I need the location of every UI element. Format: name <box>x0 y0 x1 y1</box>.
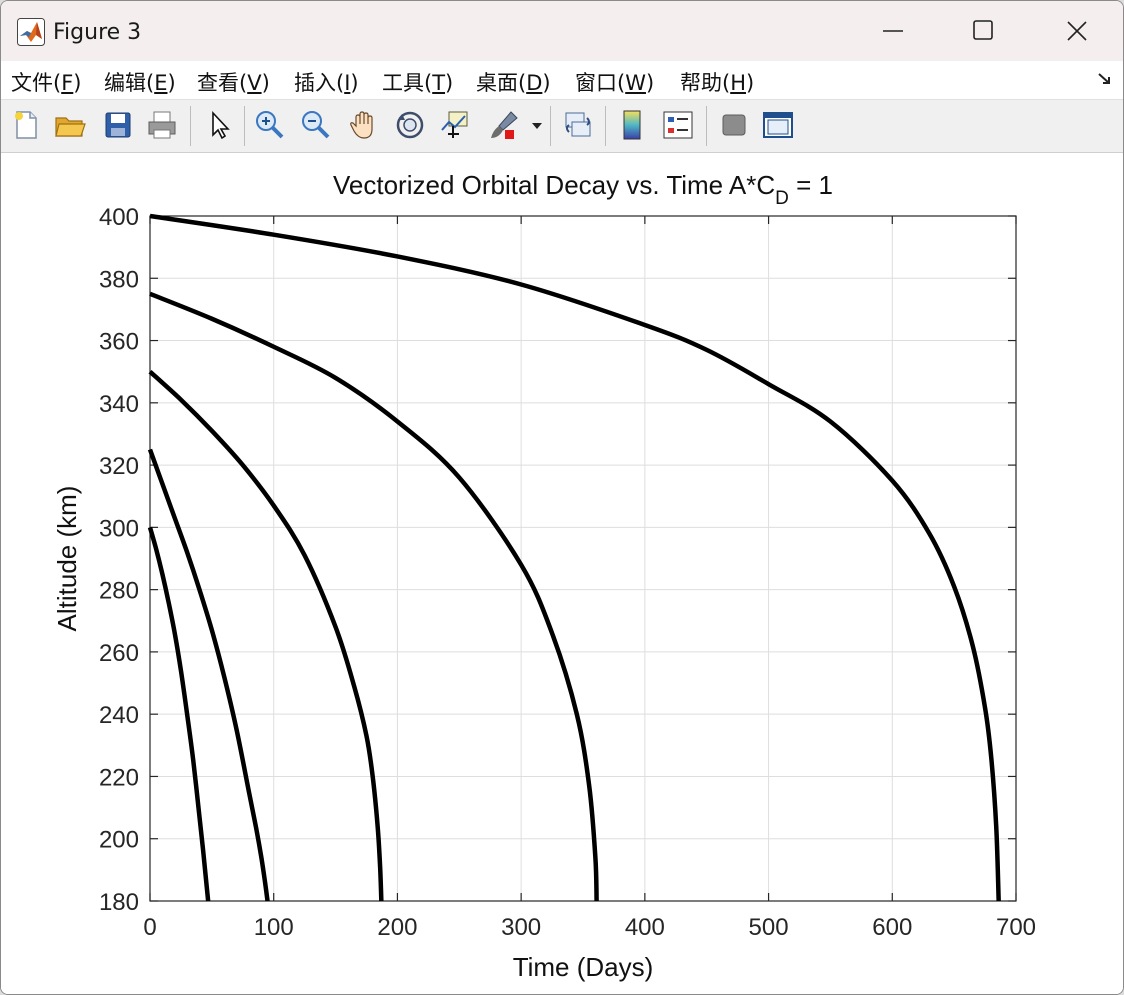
menu-window-accel: W <box>625 71 646 95</box>
menu-help-accel: H <box>730 71 746 95</box>
y-tick-label: 380 <box>99 266 139 293</box>
figure-canvas[interactable]: 0 100 200 300 400 500 600 700 180 200 220 240 260 280… <box>1 153 1123 994</box>
link-plot-icon[interactable] <box>561 108 595 142</box>
show-plot-tools-icon[interactable] <box>761 108 795 142</box>
x-tick-label: 500 <box>749 914 789 941</box>
y-tick-label: 240 <box>99 702 139 729</box>
menu-tools-accel: T <box>432 71 446 95</box>
y-tick-label: 300 <box>99 515 139 542</box>
legend-icon[interactable] <box>661 108 695 142</box>
figure-window: Figure 3 文件(F) 编辑(E) 查看(V) 插入(I) 工具(T) 桌… <box>0 0 1124 995</box>
menu-paren: ) <box>167 71 176 95</box>
menu-window[interactable]: 窗口(W) <box>575 67 654 97</box>
hide-plot-tools-icon[interactable] <box>717 108 751 142</box>
menu-tools-label: 工具( <box>382 71 433 95</box>
menu-edit-label: 编辑( <box>104 71 155 95</box>
menu-window-label: 窗口( <box>575 71 626 95</box>
menu-view[interactable]: 查看(V) <box>197 67 270 97</box>
rotate-3d-icon[interactable] <box>393 108 427 142</box>
x-tick-label: 400 <box>625 914 665 941</box>
menu-insert[interactable]: 插入(I) <box>294 67 359 97</box>
y-tick-label: 180 <box>99 889 139 916</box>
decay-curve-5[interactable] <box>149 213 1001 902</box>
colorbar-icon[interactable] <box>615 108 649 142</box>
axes-box <box>149 215 1017 902</box>
menu-view-accel: V <box>247 71 262 95</box>
decay-curve-2[interactable] <box>147 448 270 902</box>
menu-desktop[interactable]: 桌面(D) <box>476 67 551 97</box>
toolbar-separator <box>244 106 245 146</box>
minimize-icon <box>883 30 903 32</box>
toolbar-separator <box>550 106 551 146</box>
new-file-icon[interactable] <box>9 108 43 142</box>
pan-hand-icon[interactable] <box>347 108 381 142</box>
y-tick-label: 400 <box>99 204 139 231</box>
menu-file-label: 文件( <box>11 71 62 95</box>
close-button[interactable] <box>1031 7 1123 55</box>
decay-curve-4[interactable] <box>149 291 599 902</box>
zoom-out-icon[interactable] <box>299 108 333 142</box>
menu-file[interactable]: 文件(F) <box>11 67 82 97</box>
data-cursor-icon[interactable] <box>439 108 473 142</box>
menu-paren: ) <box>542 71 551 95</box>
maximize-icon <box>973 20 993 40</box>
menu-insert-label: 插入( <box>294 71 345 95</box>
title-bar[interactable]: Figure 3 <box>1 1 1123 61</box>
x-tick-label: 0 <box>143 914 156 941</box>
menu-desktop-label: 桌面( <box>476 71 527 95</box>
matlab-logo-icon <box>17 18 45 46</box>
menu-paren: ) <box>746 71 755 95</box>
menu-view-label: 查看( <box>197 71 248 95</box>
x-axis-label: Time (Days) <box>513 952 654 982</box>
pointer-icon[interactable] <box>203 108 237 142</box>
y-axis-label: Altitude (km) <box>52 486 82 632</box>
decay-curve-3[interactable] <box>148 370 384 902</box>
zoom-in-icon[interactable] <box>253 108 287 142</box>
menu-paren: ) <box>73 71 82 95</box>
menu-paren: ) <box>350 71 359 95</box>
menu-paren: ) <box>645 71 655 95</box>
y-tick-label: 280 <box>99 578 139 605</box>
minimize-button[interactable] <box>847 7 939 55</box>
toolbar-separator <box>706 106 707 146</box>
y-tick-label: 360 <box>99 329 139 356</box>
chart-title: Vectorized Orbital Decay vs. Time A*CD =… <box>333 170 833 209</box>
menu-file-accel: F <box>61 71 74 95</box>
menu-edit[interactable]: 编辑(E) <box>104 67 176 97</box>
y-tick-label: 320 <box>99 453 139 480</box>
toolbar-separator <box>190 106 191 146</box>
brush-icon[interactable] <box>487 108 521 142</box>
menu-paren: ) <box>261 71 270 95</box>
open-folder-icon[interactable] <box>53 108 87 142</box>
window-title: Figure 3 <box>53 20 142 45</box>
menu-bar: 文件(F) 编辑(E) 查看(V) 插入(I) 工具(T) 桌面(D) 窗口(W… <box>1 61 1123 100</box>
save-icon[interactable] <box>101 108 135 142</box>
menu-desktop-accel: D <box>526 71 543 95</box>
x-tick-label: 600 <box>872 914 912 941</box>
y-tick-label: 260 <box>99 640 139 667</box>
x-tick-label: 200 <box>377 914 417 941</box>
dock-arrow-icon[interactable] <box>1097 71 1113 87</box>
toolbar-separator <box>605 106 606 146</box>
menu-help-label: 帮助( <box>680 71 731 95</box>
y-tick-label: 220 <box>99 764 139 791</box>
menu-help[interactable]: 帮助(H) <box>680 67 754 97</box>
brush-dropdown-icon[interactable] <box>529 108 545 142</box>
x-tick-label: 700 <box>996 914 1036 941</box>
y-tick-label: 200 <box>99 827 139 854</box>
x-tick-label: 100 <box>254 914 294 941</box>
close-icon <box>1067 21 1087 41</box>
menu-paren: ) <box>445 71 454 95</box>
print-icon[interactable] <box>145 108 179 142</box>
menu-tools[interactable]: 工具(T) <box>382 67 453 97</box>
figure-toolbar <box>1 100 1123 153</box>
axes[interactable]: 0 100 200 300 400 500 600 700 180 200 220 240 260 280… <box>1 153 1123 994</box>
maximize-button[interactable] <box>937 7 1029 55</box>
y-tick-label: 340 <box>99 391 139 418</box>
x-tick-label: 300 <box>501 914 541 941</box>
menu-edit-accel: E <box>154 71 168 95</box>
